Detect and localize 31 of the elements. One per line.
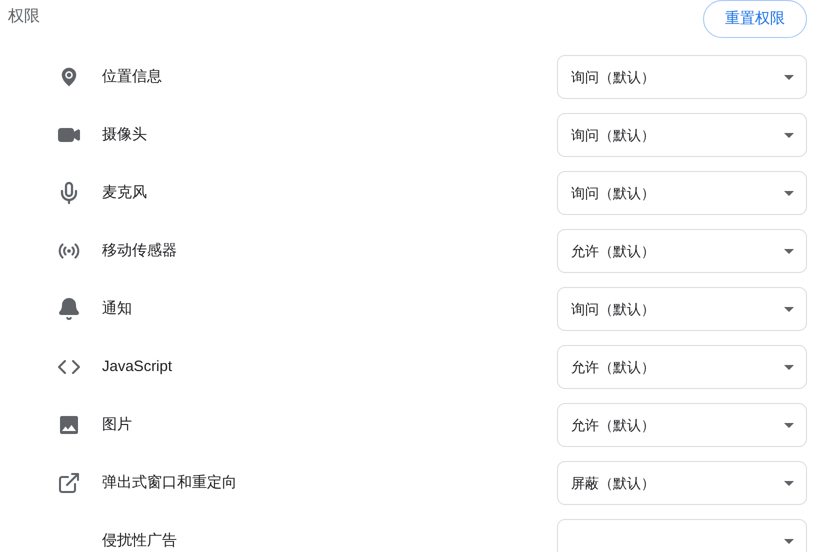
permission-label: 移动传感器 [102,242,177,260]
bell-icon [56,297,80,321]
permission-label: 位置信息 [102,68,162,86]
permission-label: 弹出式窗口和重定向 [102,474,237,492]
dropdown-caret-icon [784,74,794,80]
dropdown-caret-icon [784,538,794,544]
permission-label: 图片 [102,416,132,434]
dropdown-caret-icon [784,132,794,138]
permission-label: 麦克风 [102,184,147,202]
dropdown-caret-icon [784,422,794,428]
permission-dropdown[interactable]: 询问（默认） [557,55,807,99]
permission-label: 摄像头 [102,126,147,144]
section-title: 权限 [8,7,40,27]
reset-permissions-button[interactable]: 重置权限 [703,0,807,38]
dropdown-caret-icon [784,480,794,486]
dropdown-caret-icon [784,190,794,196]
permission-dropdown[interactable]: 询问（默认） [557,287,807,331]
permission-label: 侵扰性广告 [102,532,177,550]
dropdown-caret-icon [784,248,794,254]
permission-label: 通知 [102,300,132,318]
permission-label: JavaScript [102,358,172,376]
external-link-icon [56,471,80,495]
permission-dropdown[interactable]: 屏蔽（默认） [557,461,807,505]
permission-dropdown[interactable]: 允许（默认） [557,345,807,389]
permission-dropdown[interactable]: 询问（默认） [557,113,807,157]
dropdown-caret-icon [784,364,794,370]
permission-dropdown[interactable]: 允许（默认） [557,403,807,447]
dropdown-caret-icon [784,306,794,312]
permission-dropdown[interactable]: 允许（默认） [557,229,807,273]
permission-dropdown[interactable] [557,519,807,552]
permission-dropdown[interactable]: 询问（默认） [557,171,807,215]
